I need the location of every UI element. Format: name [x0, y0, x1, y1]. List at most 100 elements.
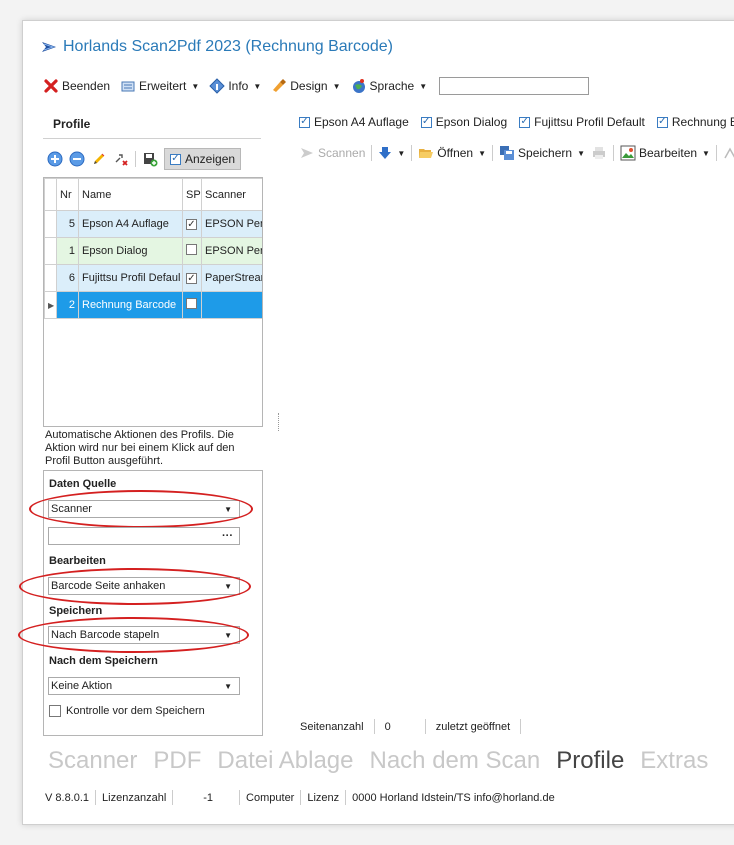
tab-nach-dem-scan[interactable]: Nach dem Scan — [370, 747, 541, 775]
chevron-down-icon: ▼ — [191, 81, 200, 91]
bearbeiten-button[interactable]: Bearbeiten ▼ — [620, 145, 710, 161]
profile-checkbox[interactable]: ✓ — [299, 116, 310, 128]
profiles-grid: Nr Name SP Scanner 5 Epson A4 Auflage ✓ … — [43, 177, 263, 427]
divider — [345, 790, 347, 805]
tab-extras[interactable]: Extras — [640, 747, 708, 775]
bearbeiten-label: Bearbeiten — [49, 555, 106, 567]
table-row[interactable]: 1 Epson Dialog EPSON Perf — [44, 237, 262, 265]
chevron-down-icon: ▼ — [397, 148, 406, 158]
menu-design-label: Design — [290, 79, 328, 93]
cell-nr: 5 — [56, 210, 79, 238]
unlink-icon[interactable] — [113, 151, 129, 167]
tab-datei-ablage[interactable]: Datei Ablage — [217, 747, 353, 775]
profile-checkbox[interactable]: ✓ — [420, 116, 432, 128]
nach-speichern-select[interactable]: Keine Aktion ▼ — [48, 677, 240, 695]
cell-name: Epson A4 Auflage — [78, 210, 183, 238]
download-dropdown[interactable]: ▼ — [378, 146, 405, 160]
more-tools-icon[interactable] — [723, 146, 734, 160]
window-title: Horlands Scan2Pdf 2023 (Rechnung Barcode… — [41, 38, 393, 56]
info-diamond-icon — [209, 78, 226, 94]
pencil-icon[interactable] — [91, 151, 107, 167]
menu-sprache[interactable]: Sprache ▼ — [351, 78, 428, 94]
tab-pdf[interactable]: PDF — [153, 747, 201, 775]
row-selected-arrow-icon: ▶ — [44, 291, 57, 319]
cell-sp[interactable] — [182, 237, 202, 265]
table-row[interactable]: 5 Epson A4 Auflage ✓ EPSON Perf — [44, 210, 262, 238]
sp-checkbox-checked[interactable]: ✓ — [186, 273, 197, 285]
profile-button-rechnung[interactable]: Rechnung B — [672, 115, 734, 129]
divider — [373, 719, 375, 734]
cell-name: Fujittsu Profil Defaul — [78, 264, 183, 292]
print-icon[interactable] — [591, 145, 607, 161]
divider — [172, 790, 174, 805]
tab-scanner[interactable]: Scanner — [48, 747, 137, 775]
sp-checkbox-checked[interactable]: ✓ — [186, 219, 197, 231]
profiles-table: Nr Name SP Scanner 5 Epson A4 Auflage ✓ … — [44, 178, 262, 319]
column-header-sp[interactable]: SP — [182, 178, 202, 211]
table-row-selected[interactable]: ▶ 2 Rechnung Barcode — [44, 291, 262, 319]
search-input[interactable] — [439, 77, 590, 95]
sp-checkbox-unchecked[interactable] — [186, 298, 197, 309]
save-add-icon[interactable] — [142, 151, 158, 167]
cell-name: Epson Dialog — [78, 237, 183, 265]
kontrolle-checkbox-row[interactable]: Kontrolle vor dem Speichern — [49, 705, 205, 717]
chevron-down-icon: ▼ — [253, 81, 262, 91]
tab-profile[interactable]: Profile — [556, 747, 624, 775]
divider — [520, 719, 522, 734]
close-x-icon — [44, 79, 58, 93]
menu-erweitert-label: Erweitert — [139, 79, 187, 93]
menu-design[interactable]: Design ▼ — [271, 78, 341, 94]
oeffnen-button[interactable]: Öffnen ▼ — [418, 145, 486, 161]
menu-info-label: Info — [228, 79, 249, 93]
profile-checkbox[interactable]: ✓ — [656, 116, 668, 128]
profile-checkbox[interactable]: ✓ — [519, 116, 531, 128]
cell-nr: 6 — [56, 264, 79, 292]
add-circle-icon[interactable] — [47, 151, 63, 167]
dropdown-arrow-icon: ▼ — [224, 681, 232, 691]
cell-nr: 2 — [56, 291, 79, 319]
menu-sprache-label: Sprache — [369, 79, 415, 93]
cell-scanner: PaperStrean — [201, 264, 262, 292]
browse-button[interactable]: ··· — [222, 530, 233, 542]
sp-checkbox-unchecked[interactable] — [186, 244, 197, 255]
speichern-button[interactable]: Speichern ▼ — [499, 145, 585, 161]
profile-button-fujitsu[interactable]: Fujittsu Profil Default — [534, 115, 645, 129]
divider — [43, 138, 261, 139]
scannen-button[interactable]: Scannen — [299, 145, 365, 161]
chevron-down-icon: ▼ — [419, 81, 428, 91]
checkbox-icon: ✓ — [170, 153, 181, 165]
profile-button-epson-a4[interactable]: Epson A4 Auflage — [314, 115, 409, 129]
menu-info[interactable]: Info ▼ — [209, 78, 261, 94]
sidebar-title: Profile — [53, 117, 91, 131]
cell-nr: 1 — [56, 237, 79, 265]
folder-open-icon — [419, 149, 434, 158]
profile-button-epson-dialog[interactable]: Epson Dialog — [436, 115, 507, 129]
zuletzt-geoeffnet[interactable]: zuletzt geöffnet — [436, 721, 510, 733]
divider — [239, 790, 241, 805]
lizenzanzahl-value: -1 — [203, 791, 214, 804]
menu-beenden[interactable]: Beenden — [43, 78, 110, 94]
speichern-toolbar-label: Speichern — [518, 146, 573, 160]
menu-beenden-label: Beenden — [62, 79, 111, 93]
splitter-handle[interactable] — [278, 413, 280, 431]
row-indicator — [44, 210, 57, 238]
cell-sp[interactable]: ✓ — [182, 210, 202, 238]
cell-sp[interactable]: ✓ — [182, 264, 202, 292]
anzeigen-toggle[interactable]: ✓ Anzeigen — [164, 148, 242, 170]
column-header-name[interactable]: Name — [78, 178, 183, 211]
scan-toolbar: Scannen ▼ Öffnen ▼ Speichern ▼ Bearbeiten ▼ — [299, 145, 734, 161]
table-row[interactable]: 6 Fujittsu Profil Defaul ✓ PaperStrean — [44, 264, 262, 292]
chevron-down-icon: ▼ — [332, 81, 341, 91]
path-input[interactable]: ··· — [48, 527, 240, 545]
divider — [715, 145, 717, 161]
menu-erweitert[interactable]: Erweitert ▼ — [120, 78, 199, 94]
column-header-scanner[interactable]: Scanner — [201, 178, 262, 211]
row-indicator — [44, 237, 57, 265]
lizenzanzahl-label: Lizenzanzahl — [102, 791, 167, 804]
column-header-nr[interactable]: Nr — [56, 178, 79, 211]
cell-sp[interactable] — [182, 291, 202, 319]
menu-bar: Beenden Erweitert ▼ Info ▼ Design ▼ Sprache… — [43, 77, 590, 95]
kontrolle-checkbox[interactable] — [49, 705, 61, 717]
annotation-oval — [19, 568, 251, 605]
remove-circle-icon[interactable] — [69, 151, 85, 167]
